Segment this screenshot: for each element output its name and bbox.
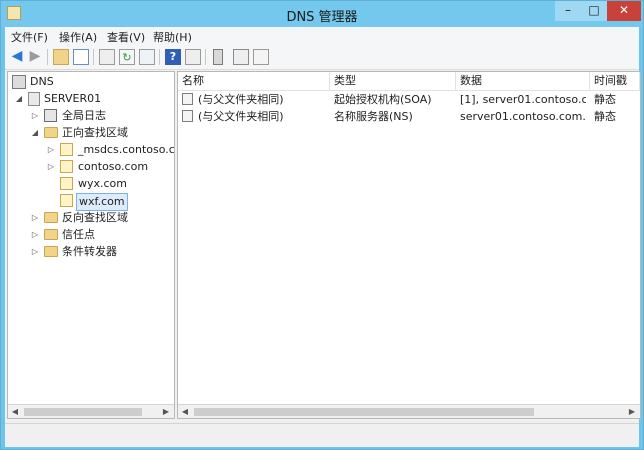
menu-action[interactable]: 操作(A): [59, 29, 97, 45]
tree-item-global-logs[interactable]: ▷ 全局日志: [30, 108, 172, 124]
expand-icon[interactable]: ▷: [46, 142, 56, 158]
tree-item-forward-zones[interactable]: ◢ 正向查找区域: [30, 125, 172, 141]
menu-view[interactable]: 查看(V): [107, 29, 145, 45]
toolbar-separator: [205, 49, 206, 65]
client-area: 文件(F) 操作(A) 查看(V) 帮助(H) ◀ ▶ ↻ ? DNS ◢ SE…: [5, 27, 641, 447]
server-icon[interactable]: [213, 49, 223, 65]
collapse-icon[interactable]: ◢: [14, 91, 24, 107]
record-icon[interactable]: [233, 49, 249, 65]
action-pane-icon[interactable]: [185, 49, 201, 65]
tree-horizontal-scrollbar[interactable]: ◀ ▶: [8, 404, 174, 418]
minimize-button[interactable]: –: [555, 1, 581, 21]
dns-icon: [12, 75, 26, 89]
show-hide-tree-icon[interactable]: [73, 49, 89, 65]
server-icon: [28, 92, 40, 106]
tree-item-dns[interactable]: DNS: [12, 74, 172, 90]
tree-item-trust-points[interactable]: ▷ 信任点: [30, 227, 172, 243]
expand-icon[interactable]: ▷: [30, 108, 40, 124]
folder-icon: [44, 229, 58, 240]
tree-item-zone-wxf[interactable]: wxf.com: [60, 193, 172, 211]
record-icon: [182, 110, 193, 122]
forward-arrow-icon[interactable]: ▶: [27, 49, 43, 65]
column-name[interactable]: 名称: [178, 72, 330, 90]
back-arrow-icon[interactable]: ◀: [9, 49, 25, 65]
column-type[interactable]: 类型: [330, 72, 456, 90]
tree-item-server[interactable]: ◢ SERVER01: [14, 91, 172, 107]
table-row[interactable]: (与父文件夹相同) 起始授权机构(SOA) [1], server01.cont…: [178, 91, 640, 108]
list-header: 名称 类型 数据 时间戳: [178, 72, 640, 91]
zone-icon: [60, 194, 73, 207]
list-horizontal-scrollbar[interactable]: ◀ ▶: [178, 404, 640, 418]
maximize-button[interactable]: □: [581, 1, 607, 21]
column-timestamp[interactable]: 时间戳: [590, 72, 640, 90]
toolbar-separator: [47, 49, 48, 65]
zone-icon: [60, 143, 73, 156]
tree-item-conditional-forwarders[interactable]: ▷ 条件转发器: [30, 244, 172, 260]
minimize-icon: –: [565, 3, 571, 17]
close-button[interactable]: ✕: [607, 1, 641, 21]
expand-icon[interactable]: ▷: [30, 210, 40, 226]
maximize-icon: □: [588, 3, 600, 17]
scroll-left-icon[interactable]: ◀: [9, 406, 21, 418]
table-row[interactable]: (与父文件夹相同) 名称服务器(NS) server01.contoso.com…: [178, 108, 640, 125]
menu-help[interactable]: 帮助(H): [153, 29, 192, 45]
folder-icon: [44, 246, 58, 257]
scroll-right-icon[interactable]: ▶: [626, 406, 638, 418]
zone-icon: [60, 160, 73, 173]
zone-icon: [60, 177, 73, 190]
column-data[interactable]: 数据: [456, 72, 590, 90]
help-icon[interactable]: ?: [165, 49, 181, 65]
tree-item-reverse-zones[interactable]: ▷ 反向查找区域: [30, 210, 172, 226]
tree-item-zone-wyx[interactable]: wyx.com: [60, 176, 172, 192]
tree-item-zone-msdcs[interactable]: ▷ _msdcs.contoso.com: [46, 142, 174, 158]
scroll-thumb[interactable]: [194, 408, 534, 416]
toolbar-separator: [159, 49, 160, 65]
console-tree: DNS ◢ SERVER01 ▷ 全局日志 ◢ 正向查找区域 ▷ _msdcs.…: [7, 71, 175, 419]
log-icon: [44, 109, 57, 122]
close-icon: ✕: [618, 3, 630, 17]
expand-icon[interactable]: ▷: [30, 227, 40, 243]
record-icon: [182, 93, 193, 105]
refresh-icon[interactable]: ↻: [119, 49, 135, 65]
export-list-icon[interactable]: [139, 49, 155, 65]
dns-manager-window: DNS 管理器 – □ ✕ 文件(F) 操作(A) 查看(V) 帮助(H) ◀ …: [0, 0, 644, 450]
expand-icon[interactable]: ▷: [30, 244, 40, 260]
folder-icon: [44, 212, 58, 223]
tree-item-zone-contoso[interactable]: ▷ contoso.com: [46, 159, 172, 175]
status-bar: [5, 423, 639, 446]
selected-zone-label: wxf.com: [76, 193, 128, 211]
delete-icon[interactable]: [253, 49, 269, 65]
records-list: 名称 类型 数据 时间戳 (与父文件夹相同) 起始授权机构(SOA) [1], …: [177, 71, 641, 419]
toolbar-separator: [93, 49, 94, 65]
folder-icon: [44, 127, 58, 138]
menu-file[interactable]: 文件(F): [11, 29, 48, 45]
title-bar[interactable]: DNS 管理器 – □ ✕: [1, 1, 643, 27]
scroll-thumb[interactable]: [24, 408, 142, 416]
window-title: DNS 管理器: [286, 10, 358, 25]
properties-icon[interactable]: [99, 49, 115, 65]
collapse-icon[interactable]: ◢: [30, 125, 40, 141]
scroll-left-icon[interactable]: ◀: [179, 406, 191, 418]
expand-icon[interactable]: ▷: [46, 159, 56, 175]
up-folder-icon[interactable]: [53, 49, 69, 65]
scroll-right-icon[interactable]: ▶: [160, 406, 172, 418]
toolbar: ◀ ▶ ↻ ?: [5, 45, 639, 70]
menu-bar: 文件(F) 操作(A) 查看(V) 帮助(H): [5, 27, 639, 45]
